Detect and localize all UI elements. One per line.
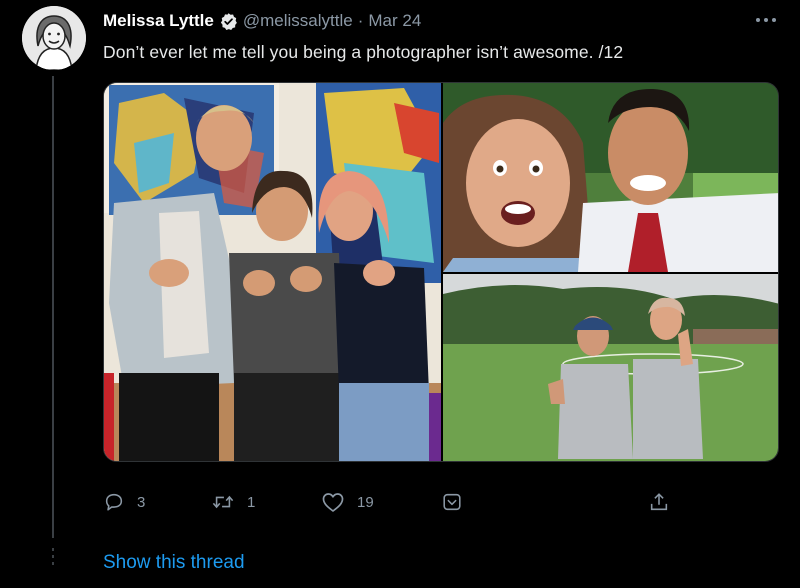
reply-button[interactable]: 3 bbox=[103, 488, 145, 516]
tweet-actions: 3 1 19 bbox=[103, 488, 683, 518]
tweet-header: Melissa Lyttle @melissalyttle · Mar 24 bbox=[103, 10, 421, 32]
more-button[interactable] bbox=[750, 10, 782, 30]
thread-dots bbox=[50, 548, 56, 569]
reply-icon bbox=[105, 493, 123, 511]
handle[interactable]: @melissalyttle bbox=[243, 11, 353, 31]
like-icon bbox=[322, 493, 344, 512]
retweet-button[interactable]: 1 bbox=[211, 488, 255, 516]
show-thread-link[interactable]: Show this thread bbox=[103, 552, 245, 574]
tweet-text: Don’t ever let me tell you being a photo… bbox=[103, 42, 624, 62]
media-grid bbox=[103, 82, 779, 462]
avatar[interactable] bbox=[22, 6, 86, 70]
verified-badge-icon bbox=[219, 12, 238, 31]
tweet-card[interactable]: Melissa Lyttle @melissalyttle · Mar 24 D… bbox=[0, 0, 800, 588]
retweet-icon bbox=[212, 495, 234, 509]
photo-two-people-on-field[interactable] bbox=[443, 274, 778, 461]
share-icon bbox=[650, 493, 668, 511]
like-button[interactable]: 19 bbox=[321, 488, 374, 516]
share-dm-icon bbox=[443, 493, 461, 511]
display-name[interactable]: Melissa Lyttle bbox=[103, 11, 214, 31]
share-dm-button[interactable] bbox=[441, 488, 463, 516]
photo-selfie-two-people[interactable] bbox=[443, 83, 778, 272]
photo-three-people-thumbs-up[interactable] bbox=[104, 83, 441, 461]
separator: · bbox=[357, 11, 364, 30]
retweet-count: 1 bbox=[247, 493, 256, 511]
reply-count: 3 bbox=[137, 493, 146, 511]
more-icon bbox=[756, 18, 776, 22]
thread-line bbox=[52, 76, 54, 538]
tweet-date[interactable]: Mar 24 bbox=[368, 11, 421, 31]
like-count: 19 bbox=[357, 493, 374, 511]
share-button[interactable] bbox=[648, 488, 670, 516]
